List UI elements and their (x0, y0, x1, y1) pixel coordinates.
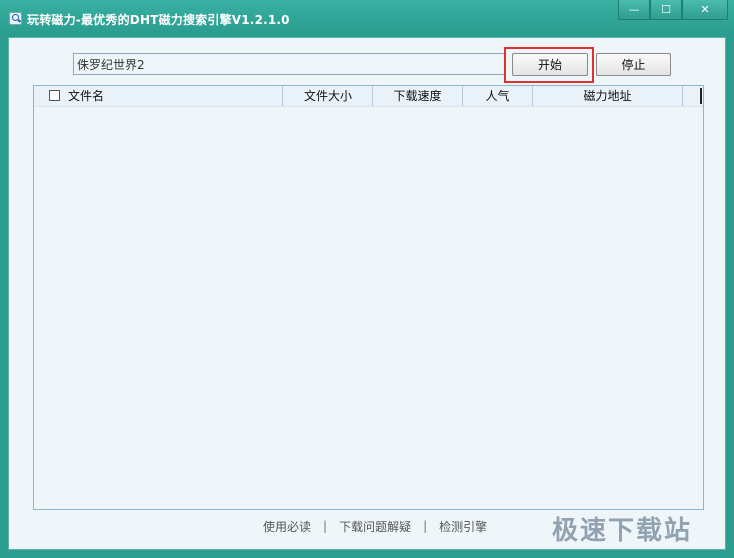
title-bar[interactable]: 玩转磁力-最优秀的DHT磁力搜索引擎V1.2.1.0 — ☐ ✕ (0, 0, 734, 36)
column-popularity[interactable]: 人气 (463, 86, 533, 106)
window-controls: — ☐ ✕ (618, 0, 728, 22)
column-filename[interactable]: 文件名 (34, 86, 283, 106)
check-engine-link[interactable]: 检测引擎 (439, 518, 487, 535)
maximize-icon: ☐ (661, 3, 671, 16)
download-faq-link[interactable]: 下载问题解疑 (339, 518, 411, 535)
close-icon: ✕ (700, 3, 710, 16)
stop-button[interactable]: 停止 (596, 53, 671, 76)
footer-links: 使用必读 | 下载问题解疑 | 检测引擎 (263, 518, 487, 534)
close-button[interactable]: ✕ (682, 0, 728, 20)
minimize-button[interactable]: — (618, 0, 650, 20)
site-watermark: 极速下载站 (552, 516, 693, 546)
results-list[interactable]: 文件名 文件大小 下载速度 人气 磁力地址 (33, 85, 704, 510)
search-input[interactable] (73, 53, 505, 75)
magnifier-app-icon (9, 12, 22, 25)
column-magnet-address[interactable]: 磁力地址 (533, 86, 683, 106)
maximize-button[interactable]: ☐ (650, 0, 682, 20)
column-resize-handle[interactable] (683, 86, 703, 106)
column-download-speed[interactable]: 下载速度 (373, 86, 463, 106)
footer-separator: | (423, 519, 428, 533)
minimize-icon: — (628, 3, 640, 16)
footer-separator: | (323, 519, 328, 533)
usage-notes-link[interactable]: 使用必读 (263, 518, 311, 535)
app-window: 玩转磁力-最优秀的DHT磁力搜索引擎V1.2.1.0 — ☐ ✕ 开始 停止 文… (0, 0, 734, 558)
start-button[interactable]: 开始 (512, 53, 588, 76)
list-header: 文件名 文件大小 下载速度 人气 磁力地址 (34, 86, 703, 107)
window-title: 玩转磁力-最优秀的DHT磁力搜索引擎V1.2.1.0 (27, 13, 290, 27)
client-area: 开始 停止 文件名 文件大小 下载速度 人气 磁力地址 使用必读 | 下载问题解… (8, 37, 726, 550)
column-filesize[interactable]: 文件大小 (283, 86, 373, 106)
